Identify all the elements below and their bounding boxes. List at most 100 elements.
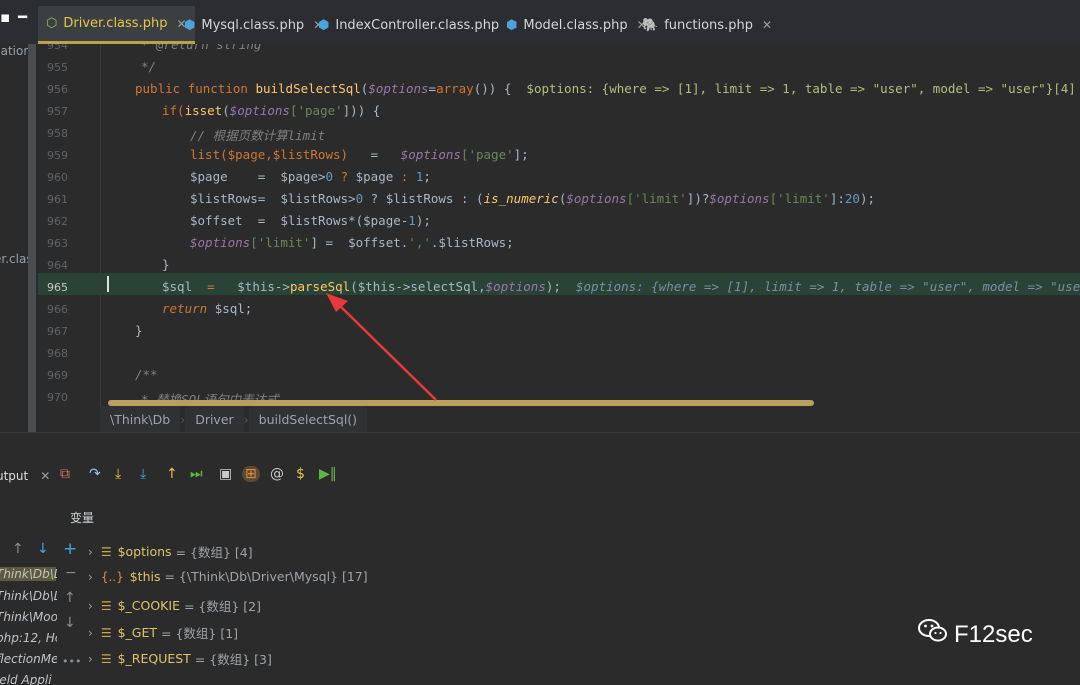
tab-driver-class[interactable]: ⬡ Driver.class.php ✕ — [38, 6, 195, 44]
frame-item[interactable]: Think\Moo — [0, 610, 57, 624]
breadcrumb-namespace[interactable]: \Think\Db — [100, 406, 181, 432]
frame-item[interactable]: flectionMe — [0, 652, 57, 666]
frame-item[interactable]: Think\Db\Dr — [0, 589, 57, 603]
project-item[interactable]: cation — [0, 44, 31, 58]
frames-list: Think\Db\Dr Think\Db\Dr Think\Moo php:12… — [0, 565, 57, 685]
gutter-divider — [100, 44, 101, 406]
pin-button[interactable]: ▪ — [0, 8, 10, 26]
breadcrumb-method[interactable]: buildSelectSql() — [248, 406, 368, 432]
arrow-down-icon[interactable]: ↓ — [37, 541, 49, 557]
line-number: 964 — [47, 259, 68, 272]
code-line: $page = $page>0 ? $page : 1; — [190, 169, 431, 184]
line-number: 958 — [47, 127, 68, 140]
close-icon[interactable]: ✕ — [40, 469, 50, 483]
php-class-icon: ⬢ — [506, 17, 518, 33]
code-line: if(isset($options['page'])) { — [162, 103, 381, 118]
code-line: $offset = $listRows*($page-1); — [190, 213, 431, 228]
tab-label: Driver.class.php — [63, 16, 168, 31]
code-line: } — [162, 257, 170, 272]
breadcrumb-class[interactable]: Driver — [185, 406, 244, 432]
line-number: 962 — [47, 215, 68, 228]
variable-row[interactable]: › {..} $this = {\Think\Db\Driver\Mysql} [17… — [88, 569, 368, 584]
evaluate-icon[interactable]: ⊞ — [242, 466, 260, 482]
code-line: $listRows= $listRows>0 ? $listRows : (is… — [190, 191, 875, 206]
array-icon: ☰ — [100, 625, 112, 640]
tab-indexcontroller-class[interactable]: ⬢ IndexController.class.php ✕ — [318, 6, 518, 44]
php-class-icon: ⬢ — [184, 17, 196, 33]
variable-row[interactable]: › ☰ $_REQUEST = {数组} [3] — [88, 649, 272, 668]
output-tab[interactable]: utput✕ — [0, 469, 50, 483]
tab-label: Model.class.php — [523, 17, 628, 33]
line-number: 960 — [47, 171, 68, 184]
array-icon: ☰ — [100, 544, 112, 559]
stop-frames-icon[interactable]: ⧉ — [60, 466, 70, 482]
code-line: /** — [135, 367, 158, 382]
run-to-cursor-icon[interactable]: ⏭ — [190, 466, 203, 482]
code-line: } — [135, 323, 143, 338]
chevron-right-icon[interactable]: › — [88, 545, 93, 559]
object-icon: {..} — [100, 569, 124, 584]
step-over-icon[interactable]: ↷ — [89, 466, 101, 482]
variable-row[interactable]: › ☰ $_COOKIE = {数组} [2] — [88, 596, 261, 615]
tab-label: IndexController.class.php — [335, 17, 500, 33]
tab-label: functions.php — [664, 17, 753, 33]
code-line-current: $sql = $this->parseSql($this->selectSql,… — [162, 279, 1080, 294]
code-line: public function buildSelectSql($options=… — [135, 81, 1076, 96]
tab-mysql-class[interactable]: ⬢ Mysql.class.php ✕ — [184, 6, 323, 44]
wechat-icon — [918, 618, 948, 651]
force-step-into-icon[interactable]: ⤓ — [140, 466, 146, 482]
code-line: $options['limit'] = $offset.','.$listRow… — [190, 235, 514, 250]
frame-item[interactable]: ield Appli — [0, 673, 52, 685]
inline-debug-value: $options: {where => [1], limit => 1, tab… — [576, 279, 1080, 294]
code-line: return $sql; — [162, 301, 253, 316]
panel-scrollbar[interactable] — [28, 44, 36, 434]
line-number: 967 — [47, 325, 68, 338]
resume-icon[interactable]: ▶‖ — [319, 466, 337, 482]
line-number: 961 — [47, 193, 68, 206]
tab-functions[interactable]: 🐘 functions.php ✕ — [642, 6, 772, 44]
arrow-up-icon[interactable]: ↑ — [12, 541, 24, 557]
chevron-right-icon[interactable]: › — [88, 570, 93, 584]
step-out-icon[interactable]: ↑ — [166, 466, 178, 482]
tab-label: Mysql.class.php — [201, 17, 305, 33]
code-line: */ — [141, 59, 157, 74]
console-icon[interactable]: ▣ — [219, 466, 232, 482]
frame-item[interactable]: php:12, Ho — [0, 631, 57, 645]
frame-item[interactable]: Think\Db\Dr — [0, 567, 57, 581]
variable-row[interactable]: › ☰ $_GET = {数组} [1] — [88, 623, 238, 642]
line-number: 969 — [47, 369, 68, 382]
php-class-icon: ⬢ — [318, 17, 330, 33]
breadcrumb: \Think\Db › Driver › buildSelectSql() — [100, 406, 368, 432]
line-number: 956 — [47, 83, 68, 96]
code-editor[interactable]: 954 955 956 957 958 959 960 961 962 963 … — [38, 44, 1080, 406]
close-icon[interactable]: ✕ — [762, 18, 772, 32]
at-icon[interactable]: @ — [270, 466, 284, 482]
line-number-current: 965 — [47, 281, 68, 294]
minimize-button[interactable]: ━ — [18, 8, 27, 26]
watermark: F12sec — [918, 618, 1033, 651]
tab-model-class[interactable]: ⬢ Model.class.php ✕ — [506, 6, 647, 44]
php-class-icon: ⬡ — [46, 16, 58, 31]
move-up-icon[interactable]: ↑ — [64, 590, 76, 606]
array-icon: ☰ — [100, 651, 112, 666]
line-number: 959 — [47, 149, 68, 162]
step-into-icon[interactable]: ⤓ — [115, 466, 121, 482]
add-watch-icon[interactable]: + — [63, 539, 77, 559]
remove-watch-icon[interactable]: − — [65, 565, 77, 581]
line-number: 954 — [47, 44, 68, 52]
code-line: list($page,$listRows) = $options['page']… — [190, 147, 529, 162]
code-line: * @return string — [141, 44, 262, 52]
chevron-right-icon[interactable]: › — [88, 652, 93, 666]
editor-tab-bar: ▪ ━ ⬡ Driver.class.php ✕ ⬢ Mysql.class.p… — [0, 0, 1080, 45]
line-number: 970 — [47, 391, 68, 404]
text-caret — [107, 276, 109, 292]
dollar-icon[interactable]: $ — [296, 466, 305, 482]
variable-row[interactable]: › ☰ $options = {数组} [4] — [88, 542, 253, 561]
move-down-icon[interactable]: ↓ — [64, 615, 76, 631]
chevron-right-icon[interactable]: › — [88, 626, 93, 640]
line-number: 968 — [47, 347, 68, 360]
line-number: 963 — [47, 237, 68, 250]
chevron-right-icon[interactable]: › — [88, 599, 93, 613]
more-icon[interactable]: ••• — [62, 655, 81, 668]
php-elephant-icon: 🐘 — [642, 17, 659, 33]
